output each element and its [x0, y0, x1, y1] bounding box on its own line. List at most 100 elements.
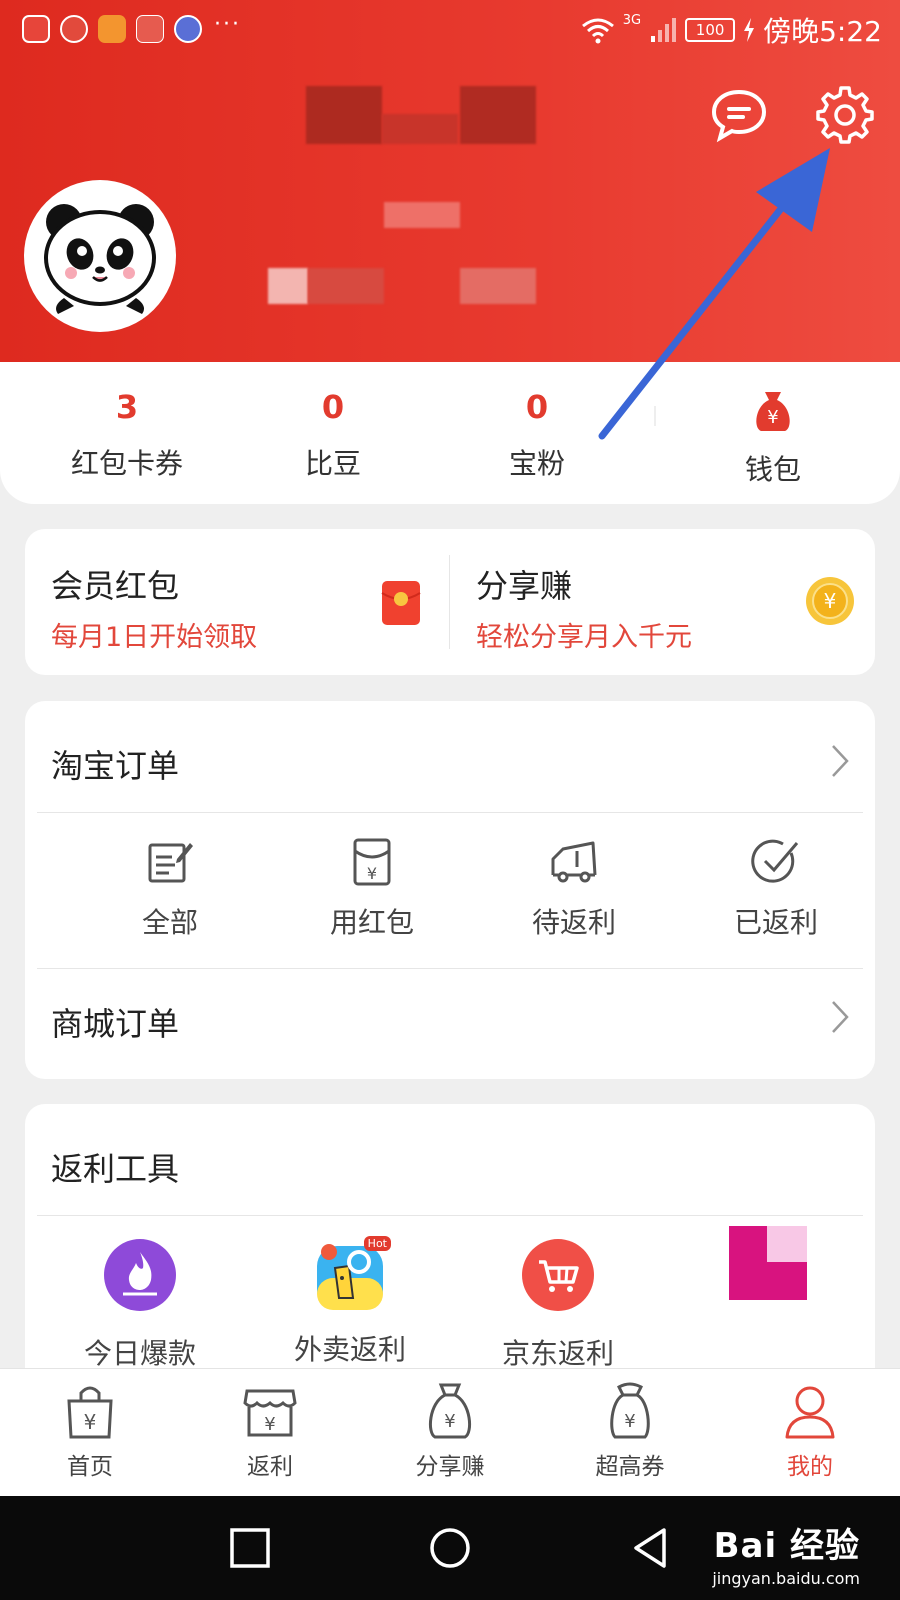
svg-text:¥: ¥	[264, 1414, 275, 1435]
red-envelope-icon	[381, 581, 421, 625]
toutiao-icon	[22, 15, 50, 43]
status-bar: ··· 3G 100 傍晚5:22	[0, 0, 900, 62]
user-id-blur	[308, 268, 384, 304]
coupon-bag-icon: ¥	[610, 1382, 650, 1439]
stat-label: 钱包	[744, 453, 801, 486]
tab-label: 我的	[787, 1454, 833, 1480]
takeout-icon: Hot	[313, 1236, 391, 1312]
tab-mine[interactable]: 我的	[720, 1381, 900, 1481]
person-icon	[785, 1386, 835, 1439]
fire-icon	[104, 1239, 176, 1311]
tab-rebate[interactable]: ¥ 返利	[180, 1381, 360, 1481]
username-blur	[460, 86, 536, 144]
watermark-main: Bai 经验	[713, 1526, 860, 1566]
promo-subtitle: 轻松分享月入千元	[476, 622, 692, 653]
pink-block	[767, 1226, 807, 1262]
stat-coupons[interactable]: 3 红包卡券	[22, 362, 232, 482]
store-icon: ¥	[243, 1389, 297, 1437]
promo-card: 会员红包 每月1日开始领取 分享赚 轻松分享月入千元 ¥	[25, 529, 875, 675]
money-bag-icon: ¥	[428, 1383, 472, 1439]
more-notifications: ···	[214, 12, 241, 37]
order-label: 已返利	[733, 906, 818, 939]
watermark-sub: jingyan.baidu.com	[712, 1569, 860, 1588]
divider	[37, 968, 863, 969]
wifi-icon	[581, 18, 614, 44]
hand-icon	[60, 15, 88, 43]
tool-takeout-rebate[interactable]: Hot 外卖返利	[245, 1236, 455, 1368]
member-red-packet[interactable]: 会员红包 每月1日开始领取	[25, 529, 450, 675]
edit-list-icon	[148, 843, 193, 883]
taobao-orders-title[interactable]: 淘宝订单	[51, 741, 179, 787]
chat-bubble-icon[interactable]	[708, 84, 770, 146]
back-icon[interactable]	[628, 1526, 672, 1570]
user-id-blur	[384, 202, 460, 228]
order-label: 用红包	[329, 906, 414, 939]
battery-indicator: 100	[685, 18, 736, 42]
divider	[37, 1215, 863, 1216]
svg-text:¥: ¥	[444, 1411, 455, 1432]
tool-label: 外卖返利	[293, 1333, 406, 1366]
tool-hot-today[interactable]: 今日爆款	[35, 1238, 245, 1372]
chevron-right-icon[interactable]	[829, 999, 851, 1035]
browser-icon	[174, 15, 202, 43]
tool-icon-placeholder[interactable]	[729, 1226, 807, 1300]
tab-label: 分享赚	[415, 1454, 485, 1480]
app-icon	[98, 15, 126, 43]
order-rebated[interactable]: 已返利	[675, 837, 877, 941]
charging-icon	[744, 18, 755, 42]
promo-title: 会员红包	[51, 567, 180, 605]
tool-label: 京东返利	[501, 1337, 614, 1370]
check-circle-icon	[751, 839, 799, 883]
stat-bidou[interactable]: 0 比豆	[228, 362, 438, 482]
panda-avatar-icon	[44, 204, 156, 314]
tab-share-earn[interactable]: ¥ 分享赚	[360, 1381, 540, 1481]
status-time: 傍晚5:22	[763, 15, 882, 48]
promo-title: 分享赚	[476, 567, 573, 605]
gear-icon[interactable]	[814, 84, 876, 146]
tools-title: 返利工具	[51, 1150, 180, 1188]
avatar[interactable]	[24, 180, 176, 332]
order-pending-rebate[interactable]: 待返利	[473, 837, 675, 941]
rebate-tools-card: 返利工具 今日爆款 Hot 外卖返利 京东返利	[25, 1104, 875, 1394]
svg-text:¥: ¥	[84, 1410, 97, 1434]
recent-apps-icon[interactable]	[228, 1526, 272, 1570]
user-id-blur	[268, 268, 308, 304]
svg-text:¥: ¥	[824, 589, 837, 613]
username-blur	[382, 114, 458, 144]
signal-icon	[651, 18, 677, 42]
bottom-tab-bar: ¥ 首页 ¥ 返利 ¥ 分享赚 ¥ 超高券 我的	[0, 1368, 900, 1496]
tab-label: 首页	[67, 1454, 113, 1480]
red-envelope-outline-icon: ¥	[353, 838, 391, 886]
truck-icon	[551, 841, 597, 883]
svg-text:¥: ¥	[624, 1411, 635, 1432]
mall-orders-title[interactable]: 商城订单	[51, 999, 179, 1045]
gold-coin-icon: ¥	[806, 577, 854, 625]
tab-label: 超高券	[595, 1454, 665, 1480]
chevron-right-icon[interactable]	[829, 743, 851, 779]
share-earn-promo[interactable]: 分享赚 轻松分享月入千元 ¥	[450, 529, 875, 675]
orders-card: 淘宝订单 全部 ¥ 用红包 待返利 已返利 商城订单	[25, 701, 875, 1079]
order-red-packet[interactable]: ¥ 用红包	[271, 837, 473, 941]
home-icon[interactable]	[428, 1526, 472, 1570]
system-navigation-bar: Bai 经验 jingyan.baidu.com	[0, 1496, 900, 1600]
huawei-icon	[136, 15, 164, 43]
tab-label: 返利	[247, 1454, 293, 1480]
tab-super-coupon[interactable]: ¥ 超高券	[540, 1381, 720, 1481]
shopping-bag-icon: ¥	[67, 1386, 113, 1439]
annotation-arrow	[598, 148, 830, 440]
watermark: Bai 经验 jingyan.baidu.com	[712, 1518, 860, 1588]
divider	[37, 812, 863, 813]
username-blur	[306, 86, 382, 144]
order-all[interactable]: 全部	[69, 837, 271, 941]
promo-subtitle: 每月1日开始领取	[51, 622, 258, 653]
stat-label: 红包卡券	[70, 447, 183, 480]
tool-label: 今日爆款	[83, 1337, 196, 1370]
cart-icon	[522, 1239, 594, 1311]
stat-value: 0	[321, 388, 345, 426]
tool-jd-rebate[interactable]: 京东返利	[453, 1238, 663, 1372]
user-id-blur	[460, 268, 536, 304]
stat-value: 3	[115, 388, 139, 426]
tab-home[interactable]: ¥ 首页	[0, 1381, 180, 1481]
hot-badge: Hot	[363, 1236, 391, 1251]
network-type: 3G	[622, 12, 642, 28]
